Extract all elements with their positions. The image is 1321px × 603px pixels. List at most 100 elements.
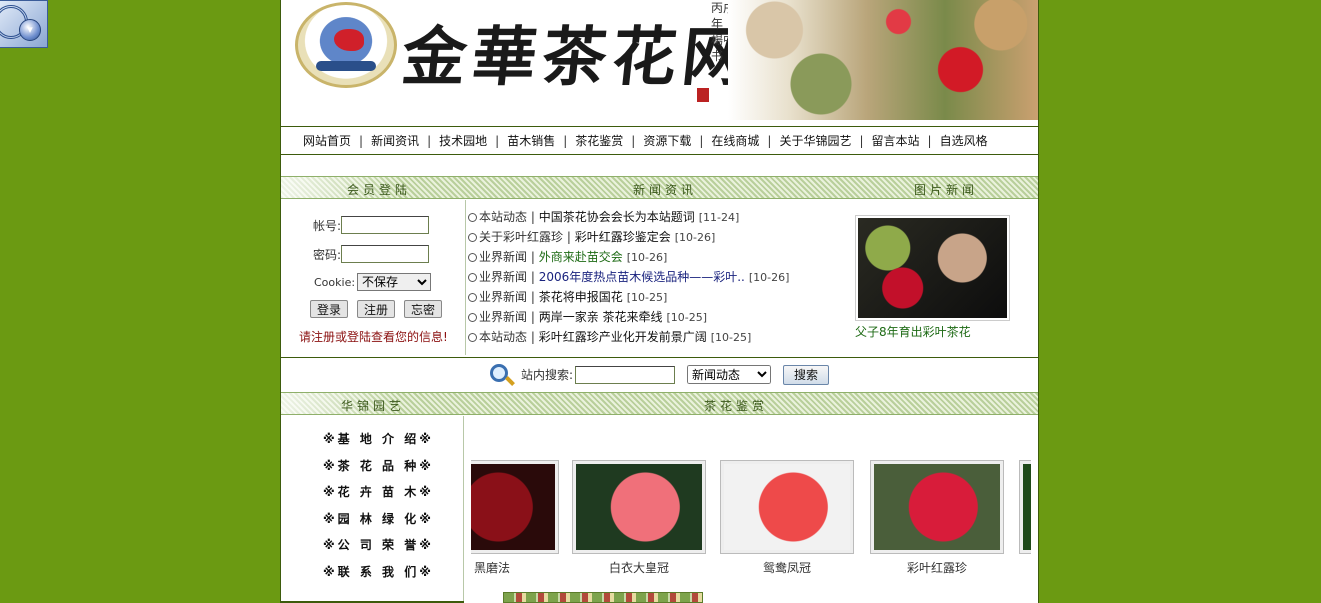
nav-item[interactable]: 网站首页 <box>303 132 351 149</box>
gallery-frame[interactable] <box>471 460 559 554</box>
huajin-menu-item[interactable]: ※茶 花 品 种※ <box>323 457 434 474</box>
news-category[interactable]: 关于彩叶红露珍 <box>479 230 563 244</box>
news-list: 本站动态 | 中国茶花协会会长为本站题词 [11-24] 关于彩叶红露珍 | 彩叶红… <box>468 207 848 347</box>
photo-news-header: 图片新闻 <box>914 183 979 197</box>
gallery-image[interactable] <box>874 464 1000 550</box>
gallery-image[interactable] <box>576 464 702 550</box>
gallery-caption[interactable]: 鸳鸯凤冠 <box>720 559 854 576</box>
filmstrip-banner[interactable] <box>503 592 703 603</box>
news-separator: | <box>527 250 539 264</box>
search-label: 站内搜索: <box>521 368 574 382</box>
nav-item[interactable]: 留言本站 <box>872 132 920 149</box>
nav-item[interactable]: 自选风格 <box>940 132 988 149</box>
nav-separator: | <box>859 133 864 148</box>
bullet-icon <box>468 273 477 282</box>
gallery-image[interactable] <box>471 464 555 550</box>
main-container: 金華茶花网 丙戌年 楊中书 网站首页 | 新闻资讯 | 技术园地 | 苗木销售 | 茶花鉴赏 | 资… <box>280 0 1039 603</box>
nav-separator: | <box>631 133 636 148</box>
gallery-frame[interactable] <box>720 460 854 554</box>
photo-news-image[interactable] <box>858 218 1007 318</box>
bullet-icon <box>468 313 477 322</box>
photo-news-caption[interactable]: 父子8年育出彩叶茶花 <box>855 323 1010 340</box>
nav-item[interactable]: 资源下载 <box>643 132 691 149</box>
gallery-image[interactable] <box>724 464 850 550</box>
news-category[interactable]: 业界新闻 <box>479 310 527 324</box>
nav-item[interactable]: 苗木销售 <box>507 132 555 149</box>
news-title[interactable]: 2006年度热点苗木候选品种——彩叶.. <box>539 270 745 284</box>
news-title[interactable]: 外商来赴苗交会 <box>539 250 623 264</box>
news-date: [11-24] <box>698 211 740 224</box>
nav-separator: | <box>767 133 772 148</box>
gallery-frame[interactable] <box>870 460 1004 554</box>
password-input[interactable] <box>341 245 430 263</box>
bullet-icon <box>468 253 477 262</box>
huajin-menu-item[interactable]: ※联 系 我 们※ <box>323 563 434 580</box>
bird-emblem-icon <box>334 29 364 51</box>
nav-item[interactable]: 关于华锦园艺 <box>779 132 851 149</box>
gallery-card[interactable]: 彩叶红露珍 <box>870 460 1004 576</box>
huajin-menu-item[interactable]: ※园 林 绿 化※ <box>323 510 434 527</box>
gallery-card[interactable]: 白衣大皇冠 <box>572 460 706 576</box>
nav-item[interactable]: 在线商城 <box>711 132 759 149</box>
nav-separator: | <box>427 133 432 148</box>
news-item: 关于彩叶红露珍 | 彩叶红露珍鉴定会 [10-26] <box>468 227 848 247</box>
nav-item[interactable]: 技术园地 <box>439 132 487 149</box>
seal-stamp <box>697 88 709 102</box>
huajin-menu-item[interactable]: ※基 地 介 绍※ <box>323 430 434 447</box>
news-date: [10-26] <box>674 231 716 244</box>
news-date: [10-26] <box>748 271 790 284</box>
news-separator: | <box>527 310 539 324</box>
huajin-menu-item[interactable]: ※花 卉 苗 木※ <box>323 483 434 500</box>
gallery-caption[interactable]: 白衣大皇冠 <box>572 559 706 576</box>
news-category[interactable]: 业界新闻 <box>479 270 527 284</box>
nav-separator: | <box>495 133 500 148</box>
news-separator: | <box>527 330 539 344</box>
news-title[interactable]: 两岸一家亲 茶花来牵线 <box>539 310 663 324</box>
cookie-select[interactable]: 不保存 <box>357 273 432 291</box>
gallery-card[interactable]: 鸳鸯凤冠 <box>720 460 854 576</box>
nav-item[interactable]: 茶花鉴赏 <box>575 132 623 149</box>
search-category-select[interactable]: 新闻动态 <box>687 365 772 384</box>
account-label: 帐号: <box>313 218 342 233</box>
main-nav: 网站首页 | 新闻资讯 | 技术园地 | 苗木销售 | 茶花鉴赏 | 资源下载 | 在线商城 | 关于华锦园… <box>281 126 1038 155</box>
huajin-menu-item[interactable]: ※公 司 荣 誉※ <box>323 536 434 553</box>
news-category[interactable]: 本站动态 <box>479 330 527 344</box>
news-title[interactable]: 彩叶红露珍鉴定会 <box>575 230 671 244</box>
gallery-frame[interactable] <box>572 460 706 554</box>
header-bar-bottom: 华锦园艺 茶花鉴赏 <box>281 392 1038 415</box>
login-panel: 帐号: 密码: Cookie: 不保存 登录 注册 忘密 请注册或登陆查看您的信… <box>281 200 466 355</box>
gallery-card[interactable]: 黑磨法 <box>471 460 559 576</box>
nav-item[interactable]: 新闻资讯 <box>371 132 419 149</box>
register-button[interactable]: 注册 <box>357 300 396 318</box>
news-title[interactable]: 茶花将申报国花 <box>539 290 623 304</box>
news-date: [10-25] <box>666 311 708 324</box>
forgot-password-button[interactable]: 忘密 <box>404 300 443 318</box>
news-title[interactable]: 彩叶红露珍产业化开发前景广阔 <box>539 330 707 344</box>
news-title[interactable]: 中国茶花协会会长为本站题词 <box>539 210 695 224</box>
gallery-caption[interactable]: 黑磨法 <box>471 559 559 576</box>
news-category[interactable]: 业界新闻 <box>479 250 527 264</box>
chevron-down-icon[interactable]: ▾ <box>19 19 41 41</box>
search-button[interactable]: 搜索 <box>783 364 830 385</box>
news-separator: | <box>563 230 575 244</box>
huajin-header: 华锦园艺 <box>341 399 406 413</box>
bullet-icon <box>468 293 477 302</box>
camellia-banner-photo <box>728 0 1038 120</box>
login-header: 会员登陆 <box>347 183 412 197</box>
search-input[interactable] <box>575 365 676 384</box>
news-date: [10-25] <box>626 291 668 304</box>
account-input[interactable] <box>341 216 430 234</box>
news-item: 业界新闻 | 2006年度热点苗木候选品种——彩叶.. [10-26] <box>468 267 848 287</box>
floating-widget[interactable]: ▾ <box>0 0 48 48</box>
news-category[interactable]: 业界新闻 <box>479 290 527 304</box>
news-category[interactable]: 本站动态 <box>479 210 527 224</box>
gallery-frame[interactable] <box>1019 460 1031 554</box>
association-logo <box>295 2 397 88</box>
password-label: 密码: <box>313 247 342 262</box>
login-button[interactable]: 登录 <box>310 300 349 318</box>
photo-news-frame[interactable] <box>855 215 1010 321</box>
gallery-caption[interactable]: 彩叶红露珍 <box>870 559 1004 576</box>
gallery-card-partial[interactable] <box>1019 460 1031 554</box>
nav-separator: | <box>699 133 704 148</box>
photo-news: 父子8年育出彩叶茶花 <box>855 215 1010 340</box>
